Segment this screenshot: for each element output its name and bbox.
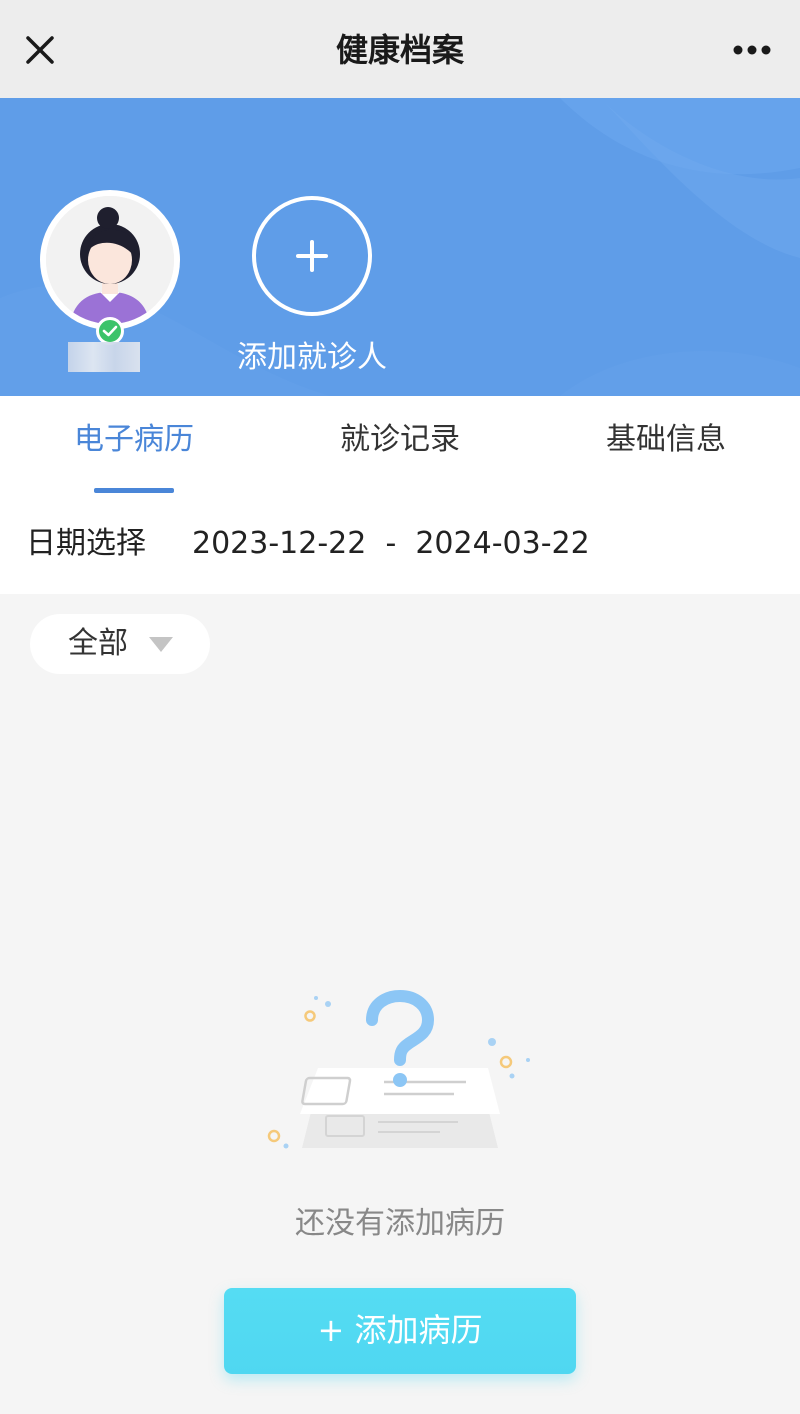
add-record-button[interactable]: + 添加病历 (224, 1288, 576, 1374)
plus-icon (296, 240, 328, 272)
page-title: 健康档案 (335, 31, 464, 69)
date-filter-label: 日期选择 (26, 526, 146, 561)
more-horizontal-icon[interactable] (728, 34, 776, 66)
add-patient-label[interactable]: 添加就诊人 (220, 338, 404, 378)
category-filter-dropdown[interactable]: 全部 (30, 614, 210, 674)
top-navbar: 健康档案 (0, 0, 800, 98)
date-end: 2024-03-22 (415, 526, 590, 561)
verified-check-icon (96, 317, 124, 345)
add-patient-button[interactable] (252, 196, 372, 316)
patient-avatar[interactable] (40, 190, 180, 330)
tab-basic-info[interactable]: 基础信息 (598, 418, 734, 462)
date-range-picker[interactable]: 2023-12-22 - 2024-03-22 (192, 522, 590, 566)
category-filter-label: 全部 (68, 626, 128, 661)
date-filter-row: 日期选择 2023-12-22 - 2024-03-22 (0, 496, 800, 594)
tab-electronic-records[interactable]: 电子病历 (66, 418, 202, 462)
tab-visit-records[interactable]: 就诊记录 (332, 418, 468, 462)
caret-down-icon (149, 637, 173, 652)
patient-name-blurred (68, 342, 140, 372)
add-record-label: + 添加病历 (317, 1311, 483, 1349)
empty-state-message: 还没有添加病历 (295, 1206, 505, 1241)
profile-banner: 添加就诊人 (0, 98, 800, 396)
empty-records-illustration (267, 990, 530, 1149)
tab-bar: 电子病历 就诊记录 基础信息 (0, 396, 800, 496)
active-tab-indicator (94, 488, 174, 493)
date-start: 2023-12-22 (192, 526, 367, 561)
date-separator: - (385, 526, 397, 561)
